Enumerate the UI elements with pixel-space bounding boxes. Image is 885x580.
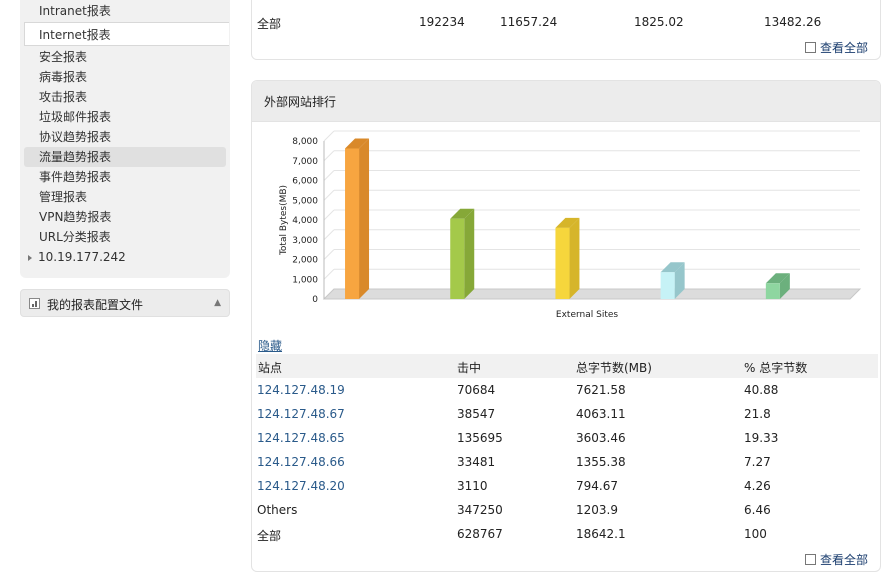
view-all-icon	[805, 554, 816, 565]
bytes-cell: 1203.9	[576, 503, 618, 517]
total-label: 全部	[257, 529, 282, 543]
report-config-panel-header[interactable]: 我的报表配置文件 ▲	[20, 289, 230, 317]
grid-diagonal	[323, 130, 335, 142]
total-row-hits: 192234	[419, 15, 465, 29]
bytes-cell: 4063.11	[576, 407, 626, 421]
site-link[interactable]: 124.127.48.67	[257, 407, 345, 421]
bar-side	[464, 208, 475, 299]
summary-panel: 全部 192234 11657.24 1825.02 13482.26 查看全部	[251, 0, 881, 60]
hits-cell: 70684	[457, 383, 496, 397]
y-tick-label: 8,000	[292, 137, 318, 147]
nav-attack-report[interactable]: 攻击报表	[39, 87, 87, 107]
top-view-all-link[interactable]: 查看全部	[805, 39, 868, 56]
grid-diagonal	[323, 209, 335, 221]
hits-cell: 628767	[457, 527, 503, 541]
nav-url-category-report[interactable]: URL分类报表	[39, 227, 111, 247]
total-row-value-2: 1825.02	[634, 15, 684, 29]
hits-cell: 135695	[457, 431, 503, 445]
site-link[interactable]: 124.127.48.65	[257, 431, 345, 445]
total-row-value-1: 11657.24	[500, 15, 558, 29]
nav-traffic-trend-report[interactable]: 流量趋势报表	[24, 147, 226, 167]
bytes-cell: 7621.58	[576, 383, 626, 397]
bar	[345, 148, 360, 299]
sidebar: Intranet报表 Internet报表 安全报表 病毒报表 攻击报表 垃圾邮…	[20, 0, 230, 317]
expand-arrow-icon[interactable]	[28, 254, 32, 261]
bar	[660, 272, 675, 299]
report-nav: Intranet报表 Internet报表 安全报表 病毒报表 攻击报表 垃圾邮…	[20, 0, 230, 278]
header-hits[interactable]: 击中	[457, 359, 481, 376]
nav-protocol-trend-report[interactable]: 协议趋势报表	[39, 127, 111, 147]
x-axis-title: External Sites	[556, 310, 618, 320]
panel-header: 外部网站排行	[252, 81, 880, 122]
site-link[interactable]: 124.127.48.20	[257, 479, 345, 493]
nav-spam-report[interactable]: 垃圾邮件报表	[39, 107, 111, 127]
others-label: Others	[257, 503, 298, 517]
percent-cell: 21.8	[744, 407, 771, 421]
y-axis-title: Total Bytes(MB)	[279, 185, 289, 256]
percent-cell: 7.27	[744, 455, 771, 469]
y-tick-label: 0	[312, 295, 318, 305]
hits-cell: 347250	[457, 503, 503, 517]
percent-cell: 100	[744, 527, 767, 541]
percent-cell: 40.88	[744, 383, 779, 397]
nav-event-trend-report[interactable]: 事件趋势报表	[39, 167, 111, 187]
device-ip-label: 10.19.177.242	[38, 250, 126, 264]
header-site[interactable]: 站点	[258, 359, 282, 376]
percent-cell: 6.46	[744, 503, 771, 517]
nav-virus-report[interactable]: 病毒报表	[39, 67, 87, 87]
bytes-cell: 3603.46	[576, 431, 626, 445]
view-all-link[interactable]: 查看全部	[805, 551, 868, 568]
header-total-bytes[interactable]: 总字节数(MB)	[576, 359, 652, 376]
site-link[interactable]: 124.127.48.19	[257, 383, 345, 397]
hits-cell: 3110	[457, 479, 488, 493]
report-config-label: 我的报表配置文件	[47, 298, 144, 312]
nav-admin-report[interactable]: 管理报表	[39, 187, 87, 207]
nav-security-report[interactable]: 安全报表	[39, 47, 87, 67]
nav-device-node[interactable]: 10.19.177.242	[28, 247, 126, 267]
y-tick-label: 1,000	[292, 275, 318, 285]
grid-diagonal	[323, 268, 335, 280]
nav-internet-report[interactable]: Internet报表	[24, 22, 229, 46]
y-tick-label: 6,000	[292, 177, 318, 187]
bar	[765, 283, 780, 299]
report-chart-icon	[29, 298, 40, 309]
bar-side	[569, 217, 580, 299]
external-sites-panel: 外部网站排行 0 1,000 2,000 3,000 4,000 5,000 6,000 7,…	[251, 80, 881, 572]
collapse-caret-icon[interactable]: ▲	[214, 298, 221, 308]
hits-cell: 38547	[457, 407, 496, 421]
y-tick-label: 2,000	[292, 256, 318, 266]
view-all-icon	[805, 42, 816, 53]
grid-diagonal	[323, 229, 335, 241]
percent-cell: 4.26	[744, 479, 771, 493]
external-sites-chart: 0 1,000 2,000 3,000 4,000 5,000 6,000 7,000 8,00…	[279, 130, 862, 320]
y-tick-label: 4,000	[292, 216, 318, 226]
bar	[555, 227, 570, 299]
grid-diagonal	[323, 170, 335, 181]
percent-cell: 19.33	[744, 431, 779, 445]
grid-diagonal	[323, 150, 335, 162]
grid-diagonal	[323, 249, 335, 260]
y-tick-label: 5,000	[292, 196, 318, 206]
bytes-cell: 1355.38	[576, 455, 626, 469]
bytes-cell: 794.67	[576, 479, 618, 493]
panel-title: 外部网站排行	[264, 95, 337, 109]
nav-vpn-trend-report[interactable]: VPN趋势报表	[39, 207, 111, 227]
grid-diagonal	[323, 189, 335, 201]
total-row-label: 全部	[257, 17, 282, 31]
site-link[interactable]: 124.127.48.66	[257, 455, 345, 469]
y-tick-label: 3,000	[292, 236, 318, 246]
header-percent-bytes[interactable]: % 总字节数	[744, 359, 807, 376]
bar-side	[359, 138, 370, 299]
y-tick-label: 7,000	[292, 157, 318, 167]
nav-intranet-report[interactable]: Intranet报表	[39, 1, 111, 21]
bytes-cell: 18642.1	[576, 527, 626, 541]
bar	[450, 218, 465, 299]
hits-cell: 33481	[457, 455, 496, 469]
hide-chart-link[interactable]: 隐藏	[258, 337, 282, 354]
total-row-value-3: 13482.26	[764, 15, 822, 29]
